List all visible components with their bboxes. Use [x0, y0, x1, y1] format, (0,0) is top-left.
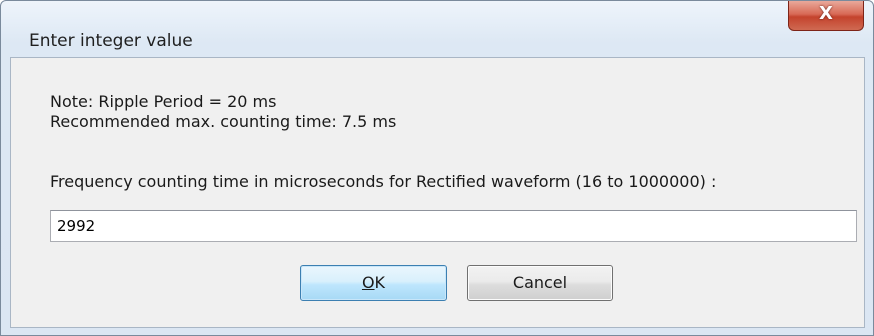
ok-label-rest: K — [374, 273, 386, 292]
ok-mnemonic: O — [361, 273, 375, 292]
close-button[interactable]: X — [788, 1, 864, 31]
title-bar[interactable]: Enter integer value X — [1, 1, 873, 51]
dialog-window: Enter integer value X Note: Ripple Perio… — [0, 0, 874, 336]
window-title: Enter integer value — [29, 31, 193, 51]
dialog-body: Note: Ripple Period = 20 ms Recommended … — [10, 57, 865, 328]
close-icon: X — [819, 3, 833, 24]
recommended-time-note: Recommended max. counting time: 7.5 ms — [50, 112, 397, 131]
ripple-period-note: Note: Ripple Period = 20 ms — [50, 92, 277, 111]
counting-time-input[interactable] — [50, 210, 857, 242]
ok-button[interactable]: OK — [300, 265, 447, 301]
input-prompt-label: Frequency counting time in microseconds … — [50, 172, 717, 191]
cancel-button[interactable]: Cancel — [467, 265, 613, 301]
